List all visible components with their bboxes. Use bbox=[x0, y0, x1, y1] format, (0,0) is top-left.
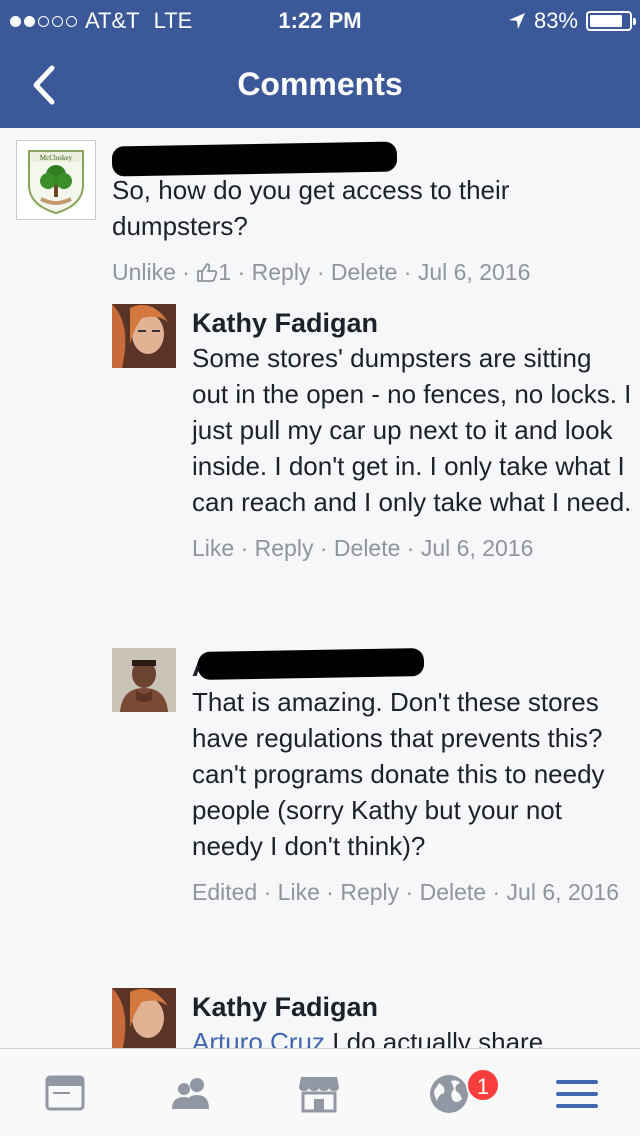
tab-marketplace[interactable] bbox=[294, 1069, 344, 1119]
comment-text: So, how do you get access to their dumps… bbox=[112, 175, 510, 241]
location-arrow-icon bbox=[508, 13, 525, 29]
tab-news-feed[interactable] bbox=[40, 1069, 90, 1119]
comment-actions: Edited · Like · Reply · Delete · Jul 6, … bbox=[192, 879, 620, 905]
reply-button[interactable]: Reply bbox=[340, 879, 399, 905]
top-bar: AT&T LTE 1:22 PM 83% Comments bbox=[0, 0, 640, 128]
notifications-globe-icon bbox=[430, 1075, 468, 1113]
avatar[interactable]: McCloskey bbox=[16, 140, 96, 220]
profile-photo bbox=[112, 648, 176, 712]
edited-label[interactable]: Edited bbox=[192, 879, 257, 905]
unlike-button[interactable]: Unlike bbox=[112, 259, 176, 285]
like-count[interactable]: 1 bbox=[218, 259, 231, 285]
profile-photo bbox=[112, 988, 176, 1048]
tab-menu[interactable] bbox=[552, 1069, 602, 1119]
comment-text: That is amazing. Don't these stores have… bbox=[192, 687, 605, 861]
reply-button[interactable]: Reply bbox=[252, 259, 311, 285]
delete-button[interactable]: Delete bbox=[420, 879, 486, 905]
mention-link[interactable]: Arturo Cruz bbox=[192, 1027, 325, 1048]
friends-icon bbox=[172, 1078, 209, 1109]
comment-text-body: I do actually share bbox=[332, 1027, 544, 1048]
status-right: 83% bbox=[508, 8, 636, 34]
like-button[interactable]: Like bbox=[278, 879, 320, 905]
battery-icon bbox=[586, 11, 636, 31]
avatar[interactable] bbox=[112, 648, 176, 712]
comment-author-redacted[interactable] bbox=[111, 138, 622, 177]
comment-actions: Like · Reply · Delete · Jul 6, 2016 bbox=[192, 535, 534, 561]
news-feed-icon bbox=[45, 1075, 85, 1111]
comment-date: Jul 6, 2016 bbox=[420, 535, 534, 561]
marketplace-icon bbox=[299, 1077, 339, 1113]
page-title: Comments bbox=[237, 66, 403, 102]
comment-date: Jul 6, 2016 bbox=[506, 879, 620, 905]
avatar[interactable] bbox=[112, 988, 176, 1048]
comment-author[interactable]: Kathy Fadigan bbox=[192, 990, 632, 1024]
tab-friends[interactable] bbox=[166, 1069, 216, 1119]
comment-actions: Unlike · 1 · Reply · Delete · Jul 6, 201… bbox=[112, 259, 531, 285]
menu-icon bbox=[556, 1080, 598, 1108]
svg-text:McCloskey: McCloskey bbox=[40, 154, 73, 162]
delete-button[interactable]: Delete bbox=[331, 259, 397, 285]
comment-text: Arturo Cruz I do actually share bbox=[192, 1024, 632, 1048]
tab-notifications[interactable] bbox=[424, 1069, 474, 1119]
comment-text: Some stores' dumpsters are sitting out i… bbox=[192, 343, 632, 517]
thumbs-up-icon bbox=[197, 263, 218, 282]
tab-bar bbox=[0, 1048, 640, 1136]
delete-button[interactable]: Delete bbox=[334, 535, 400, 561]
crest-icon: McCloskey bbox=[28, 150, 84, 215]
status-bar: AT&T LTE 1:22 PM 83% bbox=[0, 0, 640, 40]
reply-button[interactable]: Reply bbox=[255, 535, 314, 561]
comment-author[interactable]: Kathy Fadigan bbox=[192, 306, 632, 340]
comments-list[interactable]: McCloskey So, how do you get access to t… bbox=[0, 128, 640, 1048]
avatar[interactable] bbox=[112, 304, 176, 368]
comment-date: Jul 6, 2016 bbox=[417, 259, 531, 285]
notification-badge: 1 bbox=[466, 1068, 500, 1102]
battery-percent: 83% bbox=[533, 8, 578, 33]
comment-author-redacted[interactable]: A bbox=[192, 648, 632, 684]
like-button[interactable]: Like bbox=[192, 535, 234, 561]
profile-photo bbox=[112, 304, 176, 368]
